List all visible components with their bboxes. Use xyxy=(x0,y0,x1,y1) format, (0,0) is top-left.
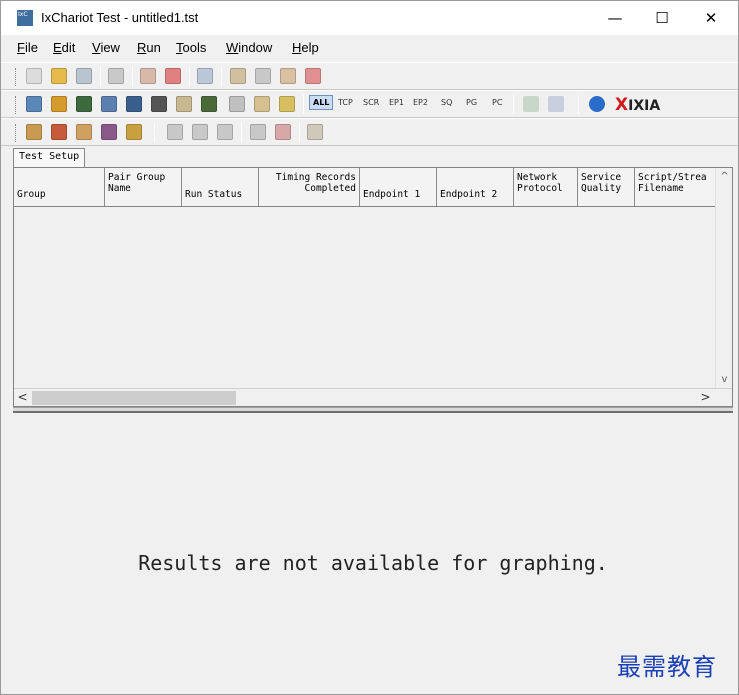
scroll-up-icon[interactable]: ^ xyxy=(716,168,733,185)
column-header-service-quality[interactable]: Service Quality xyxy=(578,168,635,206)
no-results-message: Results are not available for graphing. xyxy=(138,551,608,575)
filter-icon[interactable] xyxy=(279,96,295,112)
group-icon[interactable] xyxy=(126,96,142,112)
endpoint-icon[interactable] xyxy=(76,96,92,112)
open-folder-icon[interactable] xyxy=(51,68,67,84)
column-header-pair-group-name[interactable]: Pair Group Name xyxy=(105,168,182,206)
horizontal-scroll-thumb[interactable] xyxy=(32,391,236,405)
print-icon[interactable] xyxy=(108,68,124,84)
protocol-filter-ep2[interactable]: EP2 xyxy=(413,98,428,107)
view-icon[interactable] xyxy=(523,96,539,112)
app-window: IxC IxChariot Test - untitled1.tst — ☐ ✕… xyxy=(0,0,739,695)
wizard-icon[interactable] xyxy=(101,124,117,140)
pin-icon[interactable] xyxy=(51,124,67,140)
ixia-logo: XIXIA xyxy=(615,95,661,115)
column-header-network-protocol[interactable]: Network Protocol xyxy=(514,168,578,206)
tab-test-setup[interactable]: Test Setup xyxy=(13,148,86,167)
toolbar-separator xyxy=(189,67,190,86)
app-logo-icon: IxC xyxy=(17,10,33,26)
toolbar-separator xyxy=(299,123,300,142)
column-header-group[interactable]: Group xyxy=(14,168,105,206)
export-icon[interactable] xyxy=(254,96,270,112)
toolbar-grip[interactable] xyxy=(15,96,18,114)
standard-toolbar xyxy=(1,62,738,90)
palette-icon[interactable] xyxy=(126,124,142,140)
collapse-icon[interactable] xyxy=(275,124,291,140)
menu-help[interactable]: Help xyxy=(292,40,319,55)
toolbar-grip[interactable] xyxy=(15,68,18,86)
save-icon[interactable] xyxy=(76,68,92,84)
toolbar-separator xyxy=(578,95,579,114)
protocol-filter-scr[interactable]: SCR xyxy=(363,98,379,107)
scroll-down-icon[interactable]: v xyxy=(716,371,733,388)
edit-script-icon[interactable] xyxy=(201,96,217,112)
watermark: 最需教育 xyxy=(617,653,717,681)
pairs-table: Group Pair Group Name Run Status Timing R… xyxy=(13,167,733,407)
pair-toolbar: ALL TCP SCR EP1 EP2 SQ PG PC XIXIA xyxy=(1,90,738,118)
graph-icon[interactable] xyxy=(229,96,245,112)
multicast-pair-icon[interactable] xyxy=(51,96,67,112)
window-icon[interactable] xyxy=(548,96,564,112)
table-vertical-scrollbar[interactable]: ^ v xyxy=(715,168,732,389)
info-icon[interactable] xyxy=(589,96,605,112)
table-header: Group Pair Group Name Run Status Timing R… xyxy=(14,168,716,207)
hand-icon[interactable] xyxy=(26,124,42,140)
menu-window[interactable]: Window xyxy=(226,40,272,55)
copy-icon[interactable] xyxy=(255,68,271,84)
refresh-icon[interactable] xyxy=(197,68,213,84)
window-title: IxChariot Test - untitled1.tst xyxy=(41,10,199,25)
title-bar: IxC IxChariot Test - untitled1.tst — ☐ ✕ xyxy=(1,1,738,35)
pair-icon[interactable] xyxy=(26,96,42,112)
toolbar-separator xyxy=(154,123,155,142)
toolbar-separator xyxy=(513,95,514,114)
column-header-endpoint-1[interactable]: Endpoint 1 xyxy=(360,168,437,206)
expand-icon[interactable] xyxy=(250,124,266,140)
protocol-filter-sq[interactable]: SQ xyxy=(441,98,452,107)
toolbar-separator xyxy=(100,67,101,86)
network-icon[interactable] xyxy=(101,96,117,112)
check-icon[interactable] xyxy=(217,124,233,140)
protocol-filter-tcp[interactable]: TCP xyxy=(338,98,353,107)
scroll-left-icon[interactable]: < xyxy=(14,389,31,406)
menu-file[interactable]: File xyxy=(17,40,38,55)
delete-icon[interactable] xyxy=(305,68,321,84)
close-button[interactable]: ✕ xyxy=(688,1,734,35)
menu-view[interactable]: View xyxy=(92,40,120,55)
new-file-icon[interactable] xyxy=(26,68,42,84)
protocol-filter-ep1[interactable]: EP1 xyxy=(389,98,404,107)
protocol-filter-pg[interactable]: PG xyxy=(466,98,477,107)
compare-icon[interactable] xyxy=(167,124,183,140)
toolbar-separator xyxy=(221,67,222,86)
toolbar-separator xyxy=(241,123,242,142)
script-icon[interactable] xyxy=(176,96,192,112)
tools-toolbar xyxy=(1,118,738,146)
scroll-right-icon[interactable]: > xyxy=(697,389,714,406)
protocol-filter-all[interactable]: ALL xyxy=(309,95,334,110)
column-header-run-status[interactable]: Run Status xyxy=(182,168,259,206)
table-horizontal-scrollbar[interactable]: < > xyxy=(14,388,732,406)
maximize-button[interactable]: ☐ xyxy=(639,1,685,35)
column-header-timing-records[interactable]: Timing Records Completed xyxy=(259,168,360,206)
toolbar-separator xyxy=(132,67,133,86)
add-pair-icon[interactable] xyxy=(230,68,246,84)
column-header-script-filename[interactable]: Script/Strea Filename xyxy=(635,168,716,206)
keyboard-icon[interactable] xyxy=(151,96,167,112)
stop-icon[interactable] xyxy=(165,68,181,84)
edit-icon[interactable] xyxy=(280,68,296,84)
protocol-filter-pc[interactable]: PC xyxy=(492,98,502,107)
chart-icon[interactable] xyxy=(307,124,323,140)
column-header-endpoint-2[interactable]: Endpoint 2 xyxy=(437,168,514,206)
swap-icon[interactable] xyxy=(192,124,208,140)
run-icon[interactable] xyxy=(140,68,156,84)
menu-tools[interactable]: Tools xyxy=(176,40,206,55)
toolbar-separator xyxy=(303,95,304,114)
minimize-button[interactable]: — xyxy=(592,1,638,35)
tab-strip: Test Setup xyxy=(1,146,738,168)
menu-bar: File Edit View Run Tools Window Help xyxy=(1,35,738,61)
toolbar-grip[interactable] xyxy=(15,124,18,142)
tools-icon[interactable] xyxy=(76,124,92,140)
menu-run[interactable]: Run xyxy=(137,40,161,55)
menu-edit[interactable]: Edit xyxy=(53,40,75,55)
